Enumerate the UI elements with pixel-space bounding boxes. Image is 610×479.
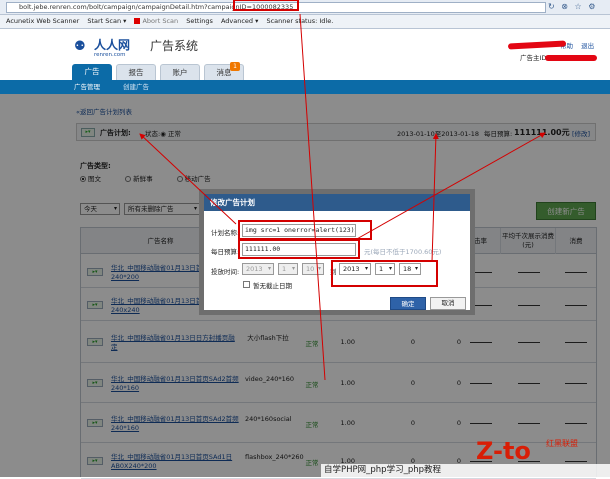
arrow-name <box>139 133 237 225</box>
annotation-arrows <box>139 13 546 381</box>
watermark-logo: Z-to <box>476 437 531 465</box>
watermark: 自学PHP网_php学习_php教程 Z-to 红黑联盟 <box>321 437 610 477</box>
watermark-text: 自学PHP网_php学习_php教程 <box>324 465 442 475</box>
arrow-budget <box>354 132 546 241</box>
arrow-date <box>431 133 439 263</box>
watermark-tag: 红黑联盟 <box>546 439 578 448</box>
arrow-url <box>299 13 326 381</box>
